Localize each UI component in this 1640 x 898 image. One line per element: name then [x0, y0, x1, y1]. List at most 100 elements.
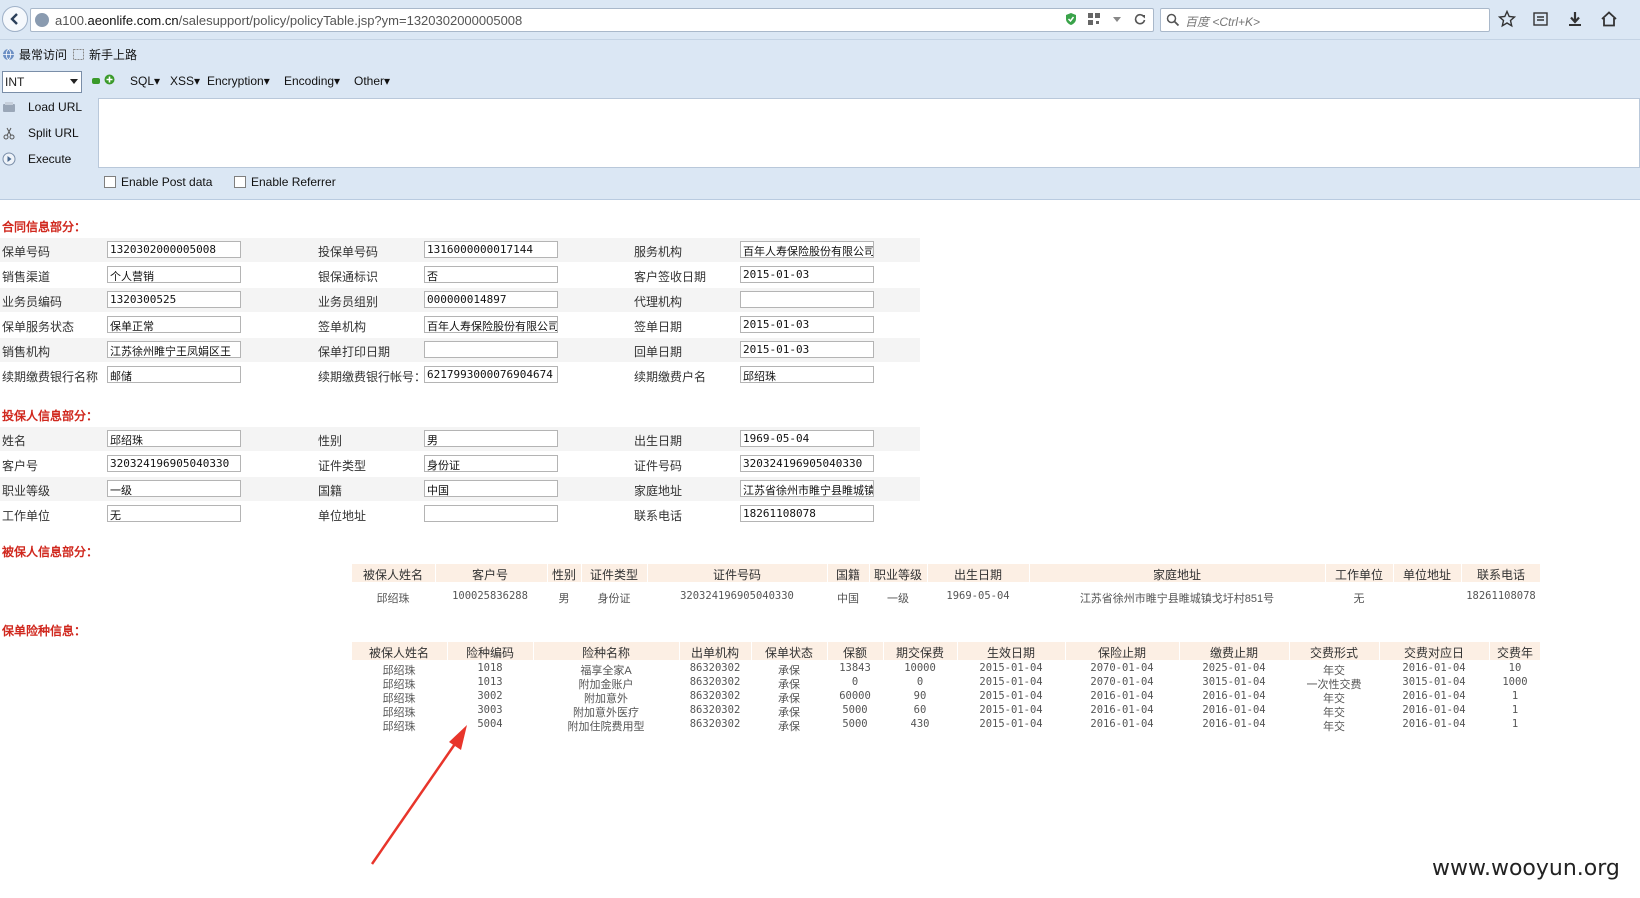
search-bar[interactable]: 百度 <Ctrl+K> — [1160, 8, 1490, 32]
bookmark-getting-started[interactable]: 新手上路 — [72, 46, 137, 63]
table-cell: 3003 — [477, 704, 503, 716]
table-cell: 附加住院费用型 — [567, 721, 645, 733]
bookmark-star-icon[interactable] — [1497, 9, 1517, 28]
split-url-button[interactable]: Split URL — [0, 122, 96, 144]
qr-code-icon[interactable] — [1087, 12, 1101, 26]
field-input[interactable]: 邱绍珠 — [107, 430, 241, 447]
column-header: 证件号码 — [712, 568, 761, 582]
field-input[interactable] — [740, 291, 874, 308]
column-divider — [1065, 642, 1066, 660]
menu-xss[interactable]: XSS▾ — [170, 74, 200, 88]
column-divider — [1325, 564, 1326, 582]
field-input[interactable]: 1316000000017144 — [424, 241, 558, 258]
field-input[interactable]: 320324196905040330 — [107, 455, 241, 472]
field-input[interactable]: 320324196905040330 — [740, 455, 874, 472]
type-select[interactable]: INT — [2, 71, 82, 93]
form-row: 职业等级 一级 国籍 中国 家庭地址 江苏省徐州市睢宁县睢城镇 — [0, 477, 920, 501]
field-input[interactable]: 男 — [424, 430, 558, 447]
field-input[interactable]: 个人营销 — [107, 266, 241, 283]
back-arrow-icon — [10, 13, 18, 25]
url-bar[interactable]: a100.aeonlife.com.cn/salesupport/policy/… — [30, 8, 1154, 32]
dropdown-icon[interactable] — [1110, 12, 1124, 26]
enable-post-data-checkbox[interactable]: Enable Post data — [104, 175, 212, 189]
url-textarea[interactable] — [98, 98, 1640, 168]
field-input[interactable]: 1969-05-04 — [740, 430, 874, 447]
field-input[interactable]: 否 — [424, 266, 558, 283]
field-input[interactable]: 1320302000005008 — [107, 241, 241, 258]
field-input[interactable]: 2015-01-03 — [740, 266, 874, 283]
decrease-icon[interactable] — [92, 78, 100, 84]
form-row: 保单号码 1320302000005008 投保单号码 131600000001714… — [0, 238, 920, 262]
table-cell: 430 — [910, 718, 930, 730]
menu-sql[interactable]: SQL▾ — [130, 74, 160, 88]
table-cell: 60 — [913, 704, 927, 716]
field-input[interactable] — [424, 341, 558, 358]
hackbar-panel: INT SQL▾ XSS▾ Encryption▾ Encoding▾ Othe… — [0, 68, 1640, 200]
column-header: 性别 — [551, 568, 576, 582]
table-cell: 2016-01-04 — [1090, 690, 1154, 702]
field-label: 续期缴费户名 — [634, 370, 707, 384]
execute-button[interactable]: Execute — [0, 148, 96, 170]
field-input[interactable]: 百年人寿保险股份有限公司 — [424, 316, 558, 333]
menu-other[interactable]: Other▾ — [354, 74, 390, 88]
field-input[interactable]: 中国 — [424, 480, 558, 497]
shield-icon[interactable] — [1064, 12, 1078, 26]
field-input[interactable]: 18261108078 — [740, 505, 874, 522]
field-input[interactable]: 2015-01-03 — [740, 341, 874, 358]
field-label: 职业等级 — [2, 484, 51, 498]
field-input[interactable]: 000000014897 — [424, 291, 558, 308]
menu-encoding[interactable]: Encoding▾ — [284, 74, 340, 88]
column-header: 交费对应日 — [1403, 646, 1464, 660]
checkbox-box[interactable] — [104, 176, 116, 188]
field-label: 单位地址 — [318, 509, 367, 523]
field-input[interactable]: 百年人寿保险股份有限公司 — [740, 241, 874, 258]
column-header: 险种编码 — [465, 646, 514, 660]
table-cell: 1969-05-04 — [946, 590, 1010, 602]
home-icon[interactable] — [1600, 10, 1618, 28]
checkbox-box[interactable] — [234, 176, 246, 188]
download-icon[interactable] — [1566, 10, 1584, 28]
field-input[interactable]: 身份证 — [424, 455, 558, 472]
search-icon — [1166, 13, 1180, 30]
contract-section-title: 合同信息部分： — [2, 220, 87, 234]
scissors-icon — [2, 126, 16, 140]
field-input[interactable]: 江苏徐州睢宁王凤娟区王 — [107, 341, 241, 358]
field-input[interactable]: 1320300525 — [107, 291, 241, 308]
field-input[interactable]: 邮储 — [107, 366, 241, 383]
bookmark-most-visited[interactable]: 最常访问 — [2, 46, 67, 63]
field-input[interactable]: 江苏省徐州市睢宁县睢城镇 — [740, 480, 874, 497]
column-header: 险种名称 — [581, 646, 630, 660]
increase-icon[interactable] — [104, 74, 115, 85]
bookmark-label: 最常访问 — [19, 48, 68, 62]
field-input[interactable]: 6217993000076904674 — [424, 366, 558, 383]
field-input[interactable]: 保单正常 — [107, 316, 241, 333]
field-label: 证件类型 — [318, 459, 367, 473]
table-cell: 2015-01-04 — [979, 690, 1043, 702]
field-label: 保单打印日期 — [318, 345, 391, 359]
field-input[interactable] — [424, 505, 558, 522]
load-url-button[interactable]: Load URL — [0, 96, 96, 118]
bookmarks-menu-icon[interactable] — [1532, 10, 1550, 28]
column-divider — [1289, 642, 1290, 660]
menu-encryption[interactable]: Encryption▾ — [207, 74, 270, 88]
field-label: 销售渠道 — [2, 270, 51, 284]
back-button[interactable] — [2, 6, 28, 32]
browser-toolbar: a100.aeonlife.com.cn/salesupport/policy/… — [0, 0, 1640, 40]
reload-icon[interactable] — [1133, 12, 1147, 26]
column-header: 交费年 — [1496, 646, 1533, 660]
column-divider — [1489, 642, 1490, 660]
field-input[interactable]: 邱绍珠 — [740, 366, 874, 383]
field-label: 回单日期 — [634, 345, 683, 359]
field-input[interactable]: 无 — [107, 505, 241, 522]
table-cell: 年交 — [1323, 721, 1345, 733]
column-header: 保额 — [842, 646, 867, 660]
table-cell: 无 — [1353, 593, 1365, 605]
table-cell: 0 — [851, 676, 859, 688]
column-header: 被保人姓名 — [368, 646, 429, 660]
column-divider — [957, 642, 958, 660]
table-cell: 2016-01-04 — [1402, 718, 1466, 730]
enable-referrer-checkbox[interactable]: Enable Referrer — [234, 175, 336, 189]
table-cell: 2016-01-04 — [1202, 704, 1266, 716]
field-input[interactable]: 一级 — [107, 480, 241, 497]
field-input[interactable]: 2015-01-03 — [740, 316, 874, 333]
